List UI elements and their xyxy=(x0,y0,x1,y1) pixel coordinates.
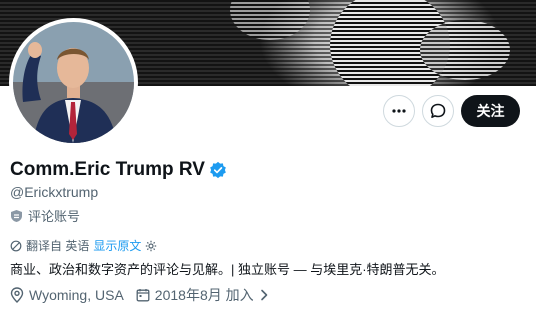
more-icon xyxy=(392,109,406,113)
message-icon xyxy=(430,103,446,118)
translate-prefix: 翻译自 英语 xyxy=(26,239,90,253)
handle: @Erickxtrump xyxy=(10,184,99,200)
calendar-icon xyxy=(136,289,150,302)
verified-badge-icon[interactable] xyxy=(209,161,227,179)
show-original-link[interactable]: 显示原文 xyxy=(93,237,141,254)
join-date-text: 2018年8月 加入 xyxy=(154,287,254,303)
chevron-right-icon xyxy=(260,289,267,301)
shield-label-icon xyxy=(11,209,22,222)
location-text: Wyoming, USA xyxy=(29,287,124,303)
avatar[interactable] xyxy=(9,18,138,147)
profile-meta: Wyoming, USA 2018年8月 加入 xyxy=(10,285,281,305)
join-date[interactable]: 2018年8月 加入 xyxy=(136,285,269,305)
banner-light-shape xyxy=(230,0,310,40)
display-name-row: Comm.Eric Trump RV xyxy=(10,159,227,181)
account-label[interactable]: 评论账号 xyxy=(10,206,80,225)
bio: 商业、政治和数字资产的评论与见解。| 独立账号 — 与埃里克·特朗普无关。 xyxy=(10,262,445,277)
gear-icon[interactable] xyxy=(145,240,157,252)
translate-icon xyxy=(10,240,22,251)
account-label-text: 评论账号 xyxy=(28,209,81,224)
location-pin-icon xyxy=(10,287,24,303)
banner-hand-shape xyxy=(420,20,510,80)
follow-button[interactable]: 关注 xyxy=(461,95,520,127)
more-button[interactable] xyxy=(383,95,415,127)
location: Wyoming, USA xyxy=(10,287,124,303)
display-name: Comm.Eric Trump RV xyxy=(10,159,205,180)
avatar-photo xyxy=(13,22,134,143)
message-button[interactable] xyxy=(422,95,454,127)
translate-row: 翻译自 英语 显示原文 xyxy=(10,237,157,254)
